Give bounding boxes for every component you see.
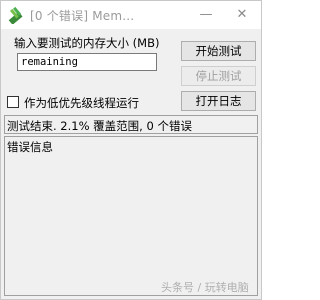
watermark: 头条号 / 玩转电脑 (161, 281, 249, 294)
status-bar: 测试结束. 2.1% 覆盖范围, 0 个错误 (4, 115, 258, 134)
title-bar[interactable]: [0 个错误] Mem... — ✕ (1, 1, 261, 29)
app-window: [0 个错误] Mem... — ✕ 输入要测试的内存大小 (MB) remai… (0, 0, 262, 300)
low-priority-checkbox[interactable] (7, 96, 19, 108)
error-info-panel[interactable]: 错误信息 (4, 136, 258, 296)
low-priority-label: 作为低优先级线程运行 (24, 96, 139, 110)
window-title: [0 个错误] Mem... (30, 9, 135, 23)
open-log-button[interactable]: 打开日志 (181, 91, 256, 111)
memory-size-input[interactable]: remaining (17, 53, 157, 71)
client-area: 输入要测试的内存大小 (MB) remaining 开始测试 停止测试 打开日志… (1, 29, 261, 299)
error-info-title: 错误信息 (7, 140, 53, 154)
stop-test-button[interactable]: 停止测试 (181, 66, 256, 86)
memtest-icon (7, 6, 25, 25)
memory-size-label: 输入要测试的内存大小 (MB) (14, 36, 160, 50)
minimize-button[interactable]: — (195, 5, 217, 25)
start-test-button[interactable]: 开始测试 (181, 41, 256, 61)
status-text: 测试结束. 2.1% 覆盖范围, 0 个错误 (7, 119, 192, 133)
close-button[interactable]: ✕ (231, 5, 253, 25)
